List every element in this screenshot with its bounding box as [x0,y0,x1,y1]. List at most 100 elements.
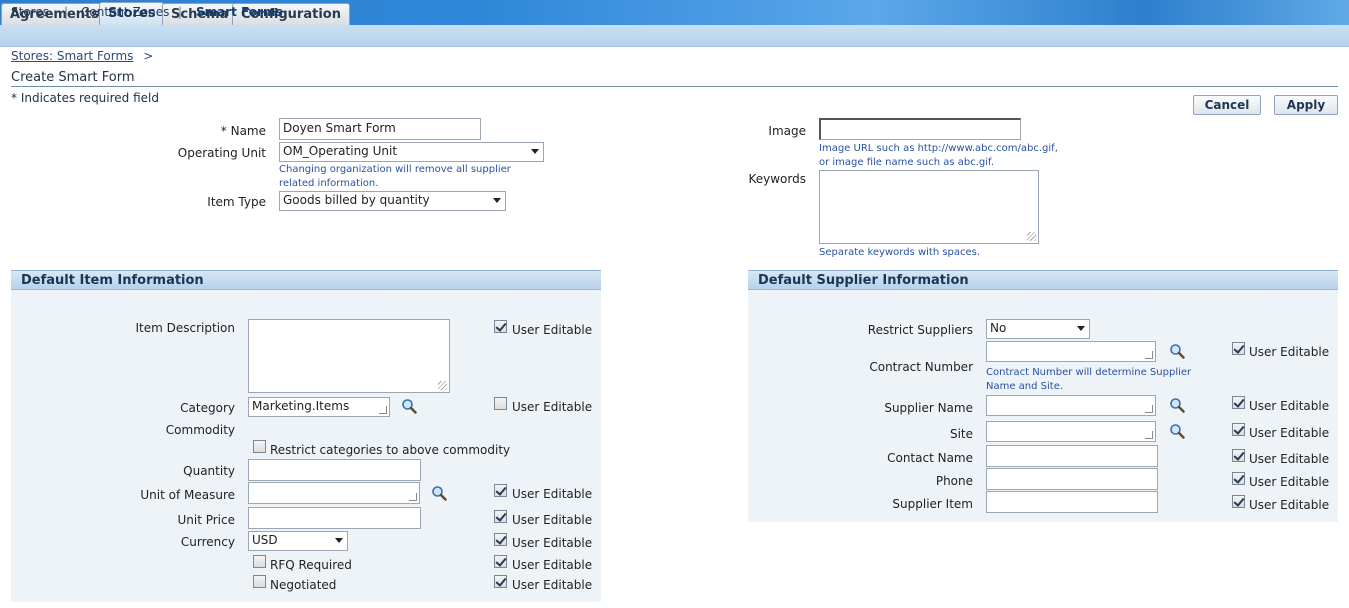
user-editable-label: User Editable [512,558,593,572]
category-value: Marketing.Items [252,399,350,413]
search-icon[interactable] [1169,423,1185,439]
supplier-item-user-editable-checkbox[interactable] [1232,495,1245,508]
breadcrumb: Stores: Smart Forms > [11,49,153,63]
site-label: Site [949,427,973,441]
contact-name-user-editable-checkbox[interactable] [1232,449,1245,462]
currency-select[interactable]: USD [248,531,348,551]
page-title: Create Smart Form [11,70,135,85]
chevron-down-icon [493,198,501,203]
subnav-separator: | [178,5,183,19]
negotiated-user-editable-checkbox[interactable] [494,575,507,588]
keywords-label: Keywords [748,172,806,186]
operating-unit-value: OM_Operating Unit [283,144,398,158]
subnav-separator: | [64,5,69,19]
uom-user-editable-checkbox[interactable] [494,484,507,497]
unit-price-user-editable-checkbox[interactable] [494,510,507,523]
name-input[interactable]: Doyen Smart Form [279,118,481,140]
image-label: Image [768,124,806,138]
contract-number-label: Contract Number [869,360,973,374]
keywords-textarea[interactable] [819,170,1039,244]
contract-number-input[interactable] [986,341,1156,362]
item-description-textarea[interactable] [248,319,450,393]
restrict-suppliers-value: No [990,321,1007,335]
subnav-smart-forms[interactable]: Smart Forms [196,5,283,19]
image-note: Image URL such as http://www.abc.com/abc… [819,143,1058,168]
lov-grip-icon [1145,405,1153,413]
item-description-label: Item Description [135,321,235,335]
lov-grip-icon [409,493,417,501]
breadcrumb-separator: > [143,49,154,63]
phone-user-editable-checkbox[interactable] [1232,472,1245,485]
unit-price-label: Unit Price [177,513,235,527]
operating-unit-note: Changing organization will remove all su… [279,164,511,189]
rfq-user-editable-checkbox[interactable] [494,555,507,568]
user-editable-label: User Editable [1249,452,1330,466]
site-user-editable-checkbox[interactable] [1232,423,1245,436]
currency-value: USD [252,533,278,547]
restrict-categories-checkbox[interactable] [253,440,266,453]
contact-name-input[interactable] [986,445,1158,467]
cancel-button[interactable]: Cancel [1193,95,1261,115]
commodity-label: Commodity [165,423,235,437]
resize-grip-icon[interactable] [1027,232,1036,241]
lov-grip-icon [1145,351,1153,359]
item-type-value: Goods billed by quantity [283,193,430,207]
currency-user-editable-checkbox[interactable] [494,533,507,546]
subnav-stores[interactable]: Stores [11,5,49,19]
contract-number-user-editable-checkbox[interactable] [1232,342,1245,355]
resize-grip-icon[interactable] [438,381,447,390]
supplier-name-user-editable-checkbox[interactable] [1232,396,1245,409]
quantity-input[interactable] [248,459,421,481]
phone-input[interactable] [986,468,1158,490]
user-editable-label: User Editable [1249,475,1330,489]
user-editable-label: User Editable [512,536,593,550]
supplier-item-input[interactable] [986,491,1158,513]
unit-of-measure-input[interactable] [248,482,420,504]
lov-grip-icon [379,406,387,414]
user-editable-label: User Editable [512,487,593,501]
currency-label: Currency [180,535,235,549]
chevron-down-icon [1077,326,1085,331]
supplier-item-label: Supplier Item [892,497,973,511]
image-input[interactable] [819,118,1021,140]
search-icon[interactable] [1169,343,1185,359]
site-input[interactable] [986,421,1156,442]
negotiated-label: Negotiated [270,578,337,592]
item-type-label: Item Type [207,195,266,209]
rfq-required-label: RFQ Required [270,558,352,572]
user-editable-label: User Editable [512,578,593,592]
item-description-user-editable-checkbox[interactable] [494,320,507,333]
user-editable-label: User Editable [512,400,593,414]
apply-button[interactable]: Apply [1274,95,1338,115]
unit-price-input[interactable] [248,507,421,529]
supplier-name-label: Supplier Name [884,401,973,415]
sub-navigation [0,25,1349,47]
unit-of-measure-label: Unit of Measure [140,488,235,502]
restrict-suppliers-select[interactable]: No [986,319,1090,339]
restrict-suppliers-label: Restrict Suppliers [867,323,973,337]
phone-label: Phone [935,474,973,488]
user-editable-label: User Editable [1249,399,1330,413]
search-icon[interactable] [431,485,447,501]
keywords-note: Separate keywords with spaces. [819,247,981,258]
contract-number-note: Contract Number will determine Supplier … [986,367,1192,392]
user-editable-label: User Editable [512,513,593,527]
restrict-categories-label: Restrict categories to above commodity [270,443,511,457]
supplier-name-input[interactable] [986,395,1156,416]
breadcrumb-link-smart-forms[interactable]: Stores: Smart Forms [11,49,133,63]
category-input[interactable]: Marketing.Items [248,397,390,417]
item-type-select[interactable]: Goods billed by quantity [279,191,506,211]
contact-name-label: Contact Name [887,451,973,465]
category-user-editable-checkbox[interactable] [494,397,507,410]
subnav-content-zones[interactable]: Content Zones [81,5,169,19]
negotiated-checkbox[interactable] [253,575,266,588]
item-section-header: Default Item Information [11,270,601,290]
search-icon[interactable] [401,398,417,414]
required-field-hint: * Indicates required field [11,91,160,105]
user-editable-label: User Editable [512,323,593,337]
chevron-down-icon [531,149,539,154]
operating-unit-select[interactable]: OM_Operating Unit [279,142,544,162]
lov-grip-icon [1145,431,1153,439]
rfq-required-checkbox[interactable] [253,555,266,568]
search-icon[interactable] [1169,397,1185,413]
